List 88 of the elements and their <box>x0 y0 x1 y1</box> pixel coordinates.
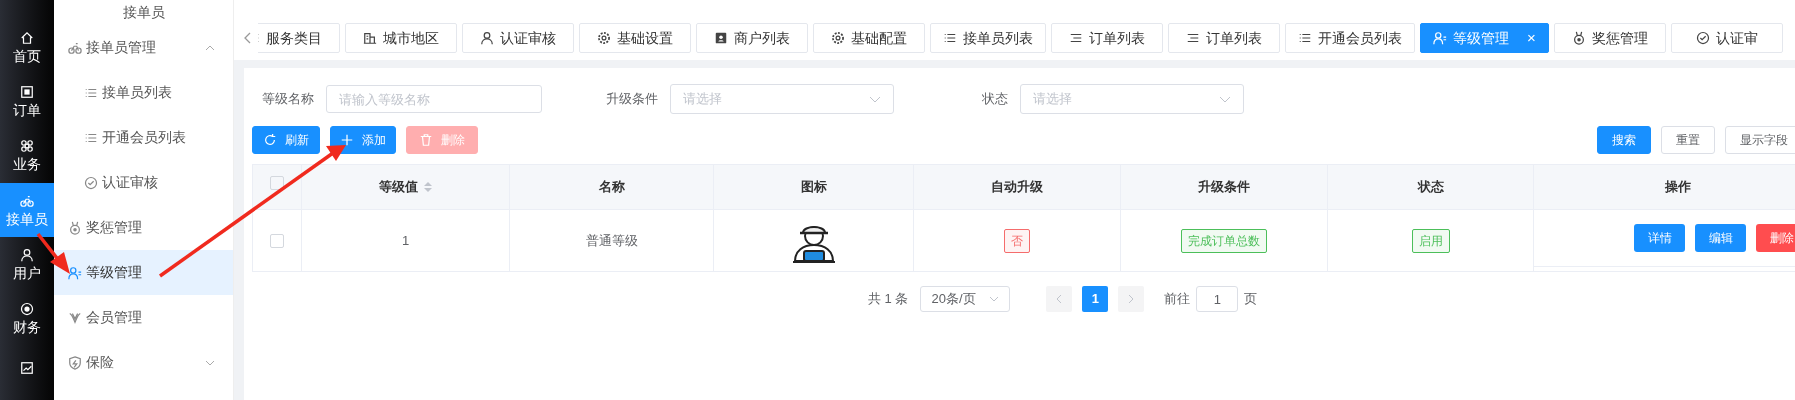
refresh-icon <box>263 133 277 147</box>
shield-icon <box>68 355 82 370</box>
user-list-icon <box>1433 31 1447 45</box>
total-count: 共 1 条 <box>868 290 909 309</box>
column-header[interactable]: 自动升级 <box>991 175 1043 199</box>
column-header[interactable]: 状态 <box>1417 175 1444 199</box>
user-icon <box>20 247 34 262</box>
tab[interactable]: 奖惩管理 <box>1553 23 1666 53</box>
chevron-left-icon[interactable] <box>244 32 252 44</box>
table-cell-text: 1 <box>401 231 410 250</box>
chevron-down-icon <box>1219 95 1231 103</box>
gear-icon <box>597 31 611 45</box>
gear-icon <box>831 31 845 45</box>
column-header[interactable]: 名称 <box>598 175 625 199</box>
goto-label: 前往 <box>1164 290 1191 309</box>
column-header[interactable]: 图标 <box>800 175 827 199</box>
chevron-down-icon <box>869 95 881 103</box>
previous-page-button[interactable] <box>1046 286 1073 312</box>
square-icon <box>20 85 34 100</box>
lines-icon <box>1069 31 1083 45</box>
column-header[interactable]: 升级条件 <box>1198 175 1250 199</box>
checkbox[interactable] <box>270 176 284 190</box>
command-icon <box>20 139 34 154</box>
medal-icon <box>1571 31 1586 45</box>
field-label: 状态 <box>982 90 1008 109</box>
checkbox[interactable] <box>270 233 284 248</box>
tab[interactable]: 基础设置 <box>579 23 691 53</box>
nav-item[interactable]: 订单 <box>0 74 54 129</box>
tab[interactable]: 认证审 <box>1670 23 1783 53</box>
coin-icon <box>20 301 34 316</box>
sort-icon[interactable] <box>424 181 432 193</box>
bicycle-icon <box>68 40 82 55</box>
tab[interactable]: 接单员列表 <box>930 23 1046 53</box>
plus-icon <box>340 133 354 147</box>
sidebar-item[interactable]: 开通会员列表 <box>54 115 233 160</box>
input-field[interactable]: 请输入等级名称 <box>326 85 542 113</box>
tab[interactable]: 城市地区 <box>345 23 457 53</box>
column-header[interactable]: 操作 <box>1664 175 1691 199</box>
trash-icon <box>419 133 433 147</box>
badge-icon <box>68 310 82 325</box>
toolbar-button[interactable]: 显示字段 <box>1725 126 1795 154</box>
field-label: 升级条件 <box>606 90 658 109</box>
nav-item[interactable]: 业务 <box>0 128 54 183</box>
home-icon <box>20 31 34 46</box>
user-icon <box>480 31 494 45</box>
sidebar-item[interactable]: 等级管理 <box>54 250 233 295</box>
tab[interactable]: 订单列表 <box>1168 23 1280 53</box>
status-tag: 启用 <box>1411 228 1450 253</box>
sidebar-item[interactable]: 接单员管理 <box>54 25 233 70</box>
check-circle-icon <box>1695 31 1710 45</box>
sidebar-item[interactable]: 会员管理 <box>54 295 233 340</box>
list-icon <box>1298 31 1312 45</box>
chart-icon[interactable] <box>20 361 34 376</box>
page-suffix: 页 <box>1244 290 1258 309</box>
sidebar-title: 接单员 <box>122 3 165 22</box>
contact-card-icon <box>714 31 728 45</box>
status-tag: 完成订单总数 <box>1181 228 1267 253</box>
lines-icon <box>1186 31 1200 45</box>
field-label: 等级名称 <box>262 90 314 109</box>
tab[interactable]: 基础配置 <box>813 23 925 53</box>
check-circle-icon <box>84 175 98 190</box>
page-size-select[interactable]: 20条/页 <box>920 286 1011 312</box>
toolbar-button[interactable]: 重置 <box>1661 126 1715 154</box>
user-list-icon <box>68 265 82 280</box>
sidebar-item[interactable]: 认证审核 <box>54 160 233 205</box>
status-tag: 否 <box>1004 228 1030 253</box>
page-input[interactable]: 1 <box>1196 286 1239 312</box>
chevron-down-icon <box>989 296 1000 302</box>
building-icon <box>363 31 377 45</box>
tab[interactable]: 开通会员列表 <box>1285 23 1415 53</box>
medal-icon <box>68 220 82 235</box>
table-cell-text: 普通等级 <box>585 231 638 250</box>
bicycle-icon <box>20 193 34 208</box>
tab[interactable]: 服务类目 <box>258 23 340 53</box>
next-page-button[interactable] <box>1118 286 1145 312</box>
sidebar-item[interactable]: 保险 <box>54 340 233 385</box>
tab[interactable]: 订单列表 <box>1051 23 1163 53</box>
chevron-right-icon <box>1128 294 1135 304</box>
list-icon <box>943 31 957 45</box>
column-header[interactable]: 等级值 <box>379 175 432 199</box>
nav-item[interactable]: 首页 <box>0 20 54 75</box>
chevron-left-icon <box>1056 294 1063 304</box>
tab[interactable]: 认证审核 <box>462 23 574 53</box>
sidebar-item[interactable]: 接单员列表 <box>54 70 233 115</box>
tab[interactable]: 商户列表 <box>696 23 808 53</box>
nav-item[interactable]: 用户 <box>0 236 54 291</box>
nav-item[interactable]: 财务 <box>0 290 54 346</box>
sidebar-item[interactable]: 奖惩管理 <box>54 205 233 250</box>
